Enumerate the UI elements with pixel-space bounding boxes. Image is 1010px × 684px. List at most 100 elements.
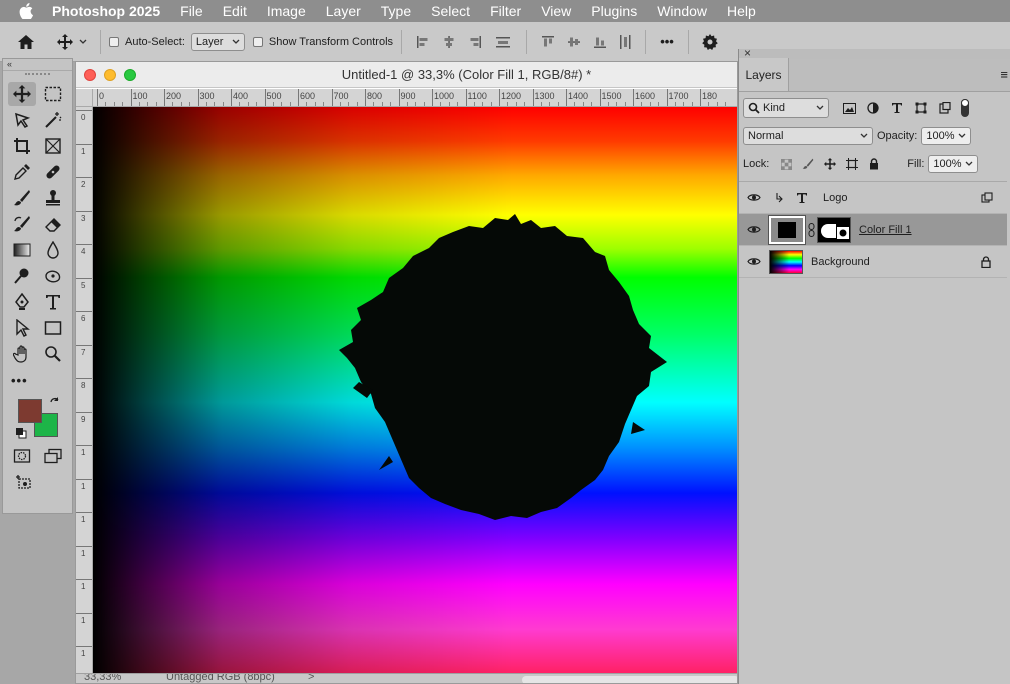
horizontal-scrollbar[interactable] (522, 676, 737, 683)
panel-menu-button[interactable]: ≡ (1000, 67, 1008, 82)
filter-type-layers-button[interactable] (885, 94, 909, 122)
tools-panel-grip[interactable] (25, 73, 50, 79)
canvas-area[interactable] (93, 107, 737, 673)
layer-name[interactable]: Background (811, 256, 870, 268)
document-title-bar[interactable]: Untitled-1 @ 33,3% (Color Fill 1, RGB/8#… (76, 62, 737, 88)
fill-layer-thumbnail[interactable] (768, 214, 806, 245)
show-transform-controls-checkbox[interactable] (252, 36, 263, 47)
horizontal-ruler[interactable]: 0 100 200 300 400 500 600 700 800 900 1000 1100 1200… (93, 89, 737, 107)
minimize-window-button[interactable] (104, 69, 116, 81)
layer-row-color-fill[interactable]: Color Fill 1 (739, 214, 1007, 246)
menu-plugins[interactable]: Plugins (591, 3, 637, 19)
background-layer-thumbnail[interactable] (769, 249, 803, 274)
opacity-input[interactable]: 100% (921, 127, 972, 145)
default-colors-button[interactable] (15, 427, 27, 442)
align-vertical-centers-button[interactable] (561, 28, 587, 56)
align-horizontal-centers-button[interactable] (436, 28, 462, 56)
lock-all-button[interactable] (863, 150, 885, 178)
dodge-tool[interactable] (8, 264, 36, 288)
spot-healing-brush-tool[interactable] (39, 160, 67, 184)
gradient-tool[interactable] (8, 238, 36, 262)
align-right-edges-button[interactable] (462, 28, 488, 56)
layer-mask-thumbnail[interactable] (817, 216, 851, 243)
filter-type-dropdown[interactable]: Kind (743, 98, 829, 118)
layer-visibility-toggle[interactable] (739, 225, 769, 234)
layer-name[interactable]: Logo (823, 192, 847, 204)
layer-name[interactable]: Color Fill 1 (859, 224, 912, 236)
move-tool-preset-picker[interactable] (52, 28, 92, 56)
move-tool[interactable] (7, 82, 36, 106)
layer-visibility-toggle[interactable] (739, 193, 769, 202)
brush-tool[interactable] (8, 186, 36, 210)
distribute-vertical-button[interactable] (488, 28, 518, 56)
status-info-arrow[interactable]: > (308, 674, 314, 683)
apple-menu[interactable] (0, 3, 52, 19)
app-name-menu[interactable]: Photoshop 2025 (52, 3, 160, 19)
menu-select[interactable]: Select (431, 3, 470, 19)
history-brush-tool[interactable] (8, 212, 36, 236)
menu-layer[interactable]: Layer (326, 3, 361, 19)
type-tool[interactable] (39, 290, 67, 314)
align-bottom-edges-button[interactable] (587, 28, 613, 56)
menu-image[interactable]: Image (267, 3, 306, 19)
vertical-ruler[interactable]: 012345678911111111 (76, 107, 93, 673)
auto-select-checkbox[interactable] (109, 36, 119, 47)
fill-input[interactable]: 100% (928, 155, 979, 173)
menu-file[interactable]: File (180, 3, 203, 19)
menu-view[interactable]: View (541, 3, 571, 19)
filter-toggle-switch[interactable] (961, 99, 969, 117)
tab-layers[interactable]: Layers (739, 58, 789, 91)
rectangle-tool[interactable] (39, 316, 67, 340)
align-left-edges-button[interactable] (410, 28, 436, 56)
distribute-horizontal-button[interactable] (613, 28, 637, 56)
layer-row-background[interactable]: Background (739, 246, 1007, 278)
crop-tool[interactable] (8, 134, 36, 158)
canvas-gradient-background[interactable] (93, 107, 737, 673)
zoom-tool[interactable] (39, 342, 67, 366)
ruler-origin[interactable] (76, 89, 93, 107)
menu-type[interactable]: Type (381, 3, 411, 19)
filter-smart-objects-button[interactable] (933, 94, 957, 122)
foreground-color-swatch[interactable] (18, 399, 42, 423)
lock-image-pixels-button[interactable] (797, 150, 819, 178)
mask-link-icon[interactable] (805, 222, 817, 237)
auto-select-target-dropdown[interactable]: Layer (190, 32, 245, 51)
blur-tool[interactable] (39, 238, 67, 262)
edit-toolbar-button[interactable]: ••• (11, 373, 28, 388)
lasso-tool[interactable] (8, 108, 36, 132)
more-options-button[interactable]: ••• (654, 28, 680, 56)
lock-position-button[interactable] (819, 150, 841, 178)
hand-tool[interactable] (8, 342, 36, 366)
tools-panel-collapse[interactable]: « (3, 59, 72, 71)
lock-artboard-button[interactable] (841, 150, 863, 178)
eyedropper-tool[interactable] (8, 160, 36, 184)
align-top-edges-button[interactable] (535, 28, 561, 56)
pen-tool[interactable] (8, 290, 36, 314)
menu-window[interactable]: Window (657, 3, 707, 19)
menu-filter[interactable]: Filter (490, 3, 521, 19)
settings-button[interactable] (697, 28, 723, 56)
menu-help[interactable]: Help (727, 3, 756, 19)
zoom-level-field[interactable]: 33,33% (84, 674, 121, 683)
rectangular-marquee-tool[interactable] (39, 82, 67, 106)
path-selection-tool[interactable] (8, 316, 36, 340)
screen-mode-button[interactable] (39, 444, 67, 468)
filter-pixel-layers-button[interactable] (837, 94, 861, 122)
menu-edit[interactable]: Edit (223, 3, 247, 19)
zoom-window-button[interactable] (124, 69, 136, 81)
sponge-tool[interactable] (39, 264, 67, 288)
lock-transparent-pixels-button[interactable] (775, 150, 797, 178)
generative-expand-button[interactable] (10, 470, 38, 494)
clone-stamp-tool[interactable] (39, 186, 67, 210)
layer-row-logo[interactable]: Logo (739, 182, 1007, 214)
eraser-tool[interactable] (39, 212, 67, 236)
home-button[interactable] (0, 28, 52, 56)
close-window-button[interactable] (84, 69, 96, 81)
magic-wand-tool[interactable] (39, 108, 67, 132)
text-layer-thumbnail[interactable] (789, 192, 815, 204)
filter-shape-layers-button[interactable] (909, 94, 933, 122)
swap-colors-button[interactable] (49, 397, 61, 412)
filter-adjustment-layers-button[interactable] (861, 94, 885, 122)
quick-mask-button[interactable] (8, 444, 36, 468)
frame-tool[interactable] (39, 134, 67, 158)
